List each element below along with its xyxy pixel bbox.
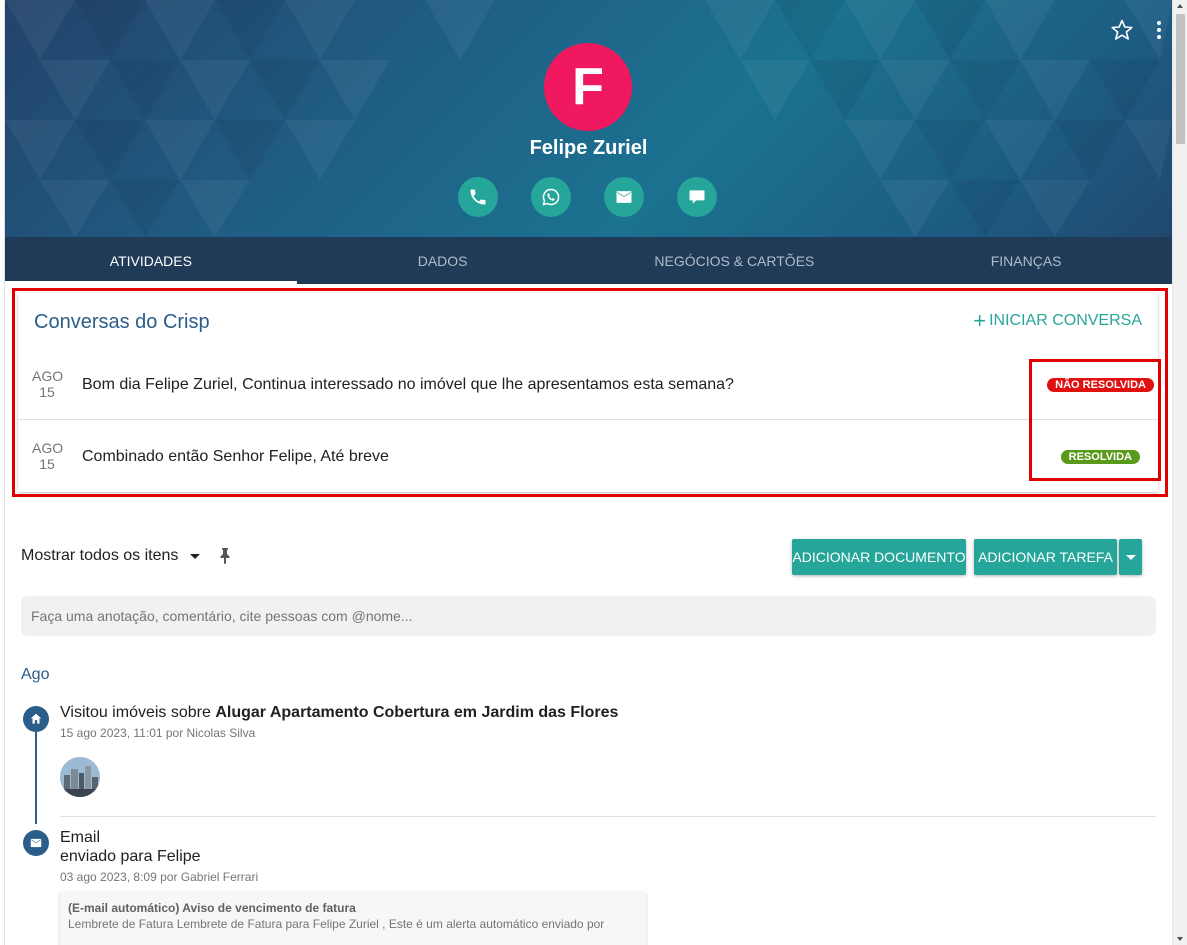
email-recipient: enviado para Felipe — [60, 848, 201, 865]
vertical-scrollbar[interactable] — [1172, 0, 1187, 945]
tab-atividades[interactable]: ATIVIDADES — [5, 237, 297, 284]
star-outline-icon[interactable] — [1110, 18, 1134, 42]
filter-label: Mostrar todos os itens — [21, 547, 179, 564]
activity-meta: 03 ago 2023, 8:09 por Gabriel Ferrari — [60, 870, 259, 884]
email-preview-card[interactable]: (E-mail automático) Aviso de vencimento … — [60, 892, 646, 945]
scrollbar-thumb[interactable] — [1176, 14, 1185, 144]
property-thumbnail[interactable] — [60, 757, 100, 797]
email-activity-title: Email enviado para Felipe — [60, 828, 201, 866]
add-task-menu-button[interactable] — [1119, 539, 1142, 575]
email-subject: (E-mail automático) Aviso de vencimento … — [68, 901, 356, 915]
call-button[interactable] — [458, 177, 498, 217]
contact-actions — [458, 177, 717, 217]
chat-button[interactable] — [677, 177, 717, 217]
add-task-button[interactable]: ADICIONAR TAREFA — [974, 539, 1117, 575]
chevron-down-icon — [1125, 554, 1136, 560]
email-icon — [616, 191, 632, 203]
email-preview: Lembrete de Fatura Lembrete de Fatura pa… — [68, 917, 605, 931]
items-filter-dropdown[interactable]: Mostrar todos os itens — [21, 547, 232, 565]
more-vert-icon[interactable] — [1156, 21, 1162, 39]
whatsapp-icon — [542, 188, 560, 206]
email-button[interactable] — [604, 177, 644, 217]
whatsapp-button[interactable] — [531, 177, 571, 217]
scroll-up-arrow[interactable] — [1177, 4, 1183, 8]
highlight-outline-crisp — [12, 288, 1168, 497]
tab-bar: ATIVIDADES DADOS NEGÓCIOS & CARTÕES FINA… — [5, 237, 1172, 284]
contact-header: F Felipe Zuriel — [5, 0, 1172, 237]
activity-property-link[interactable]: Alugar Apartamento Cobertura em Jardim d… — [215, 704, 618, 721]
email-label: Email — [60, 829, 101, 846]
chevron-down-icon — [190, 553, 201, 559]
activity-prefix: Visitou imóveis sobre — [60, 704, 216, 721]
contact-name: Felipe Zuriel — [529, 137, 648, 159]
tab-negocios-cartoes[interactable]: NEGÓCIOS & CARTÕES — [589, 237, 881, 284]
chat-icon — [689, 190, 705, 204]
home-icon — [23, 706, 49, 732]
tab-dados[interactable]: DADOS — [297, 237, 589, 284]
tab-financas[interactable]: FINANÇAS — [880, 237, 1172, 284]
activity-title: Visitou imóveis sobre Alugar Apartamento… — [60, 704, 618, 722]
scroll-down-arrow[interactable] — [1177, 937, 1183, 941]
pin-icon[interactable] — [218, 547, 232, 565]
mail-icon — [23, 830, 49, 856]
add-document-button[interactable]: ADICIONAR DOCUMENTO — [792, 539, 966, 575]
avatar: F — [544, 43, 632, 131]
timeline-connector — [35, 732, 37, 824]
contact-page: F Felipe Zuriel ATIVIDADES DADOS NEGÓCIO… — [5, 0, 1172, 945]
header-actions — [1110, 18, 1162, 42]
note-input[interactable] — [21, 596, 1156, 636]
timeline-month: Ago — [21, 666, 50, 683]
phone-icon — [470, 189, 486, 205]
activity-meta: 15 ago 2023, 11:01 por Nicolas Silva — [60, 726, 256, 740]
highlight-outline-status — [1029, 359, 1161, 481]
timeline-divider — [60, 816, 1156, 817]
